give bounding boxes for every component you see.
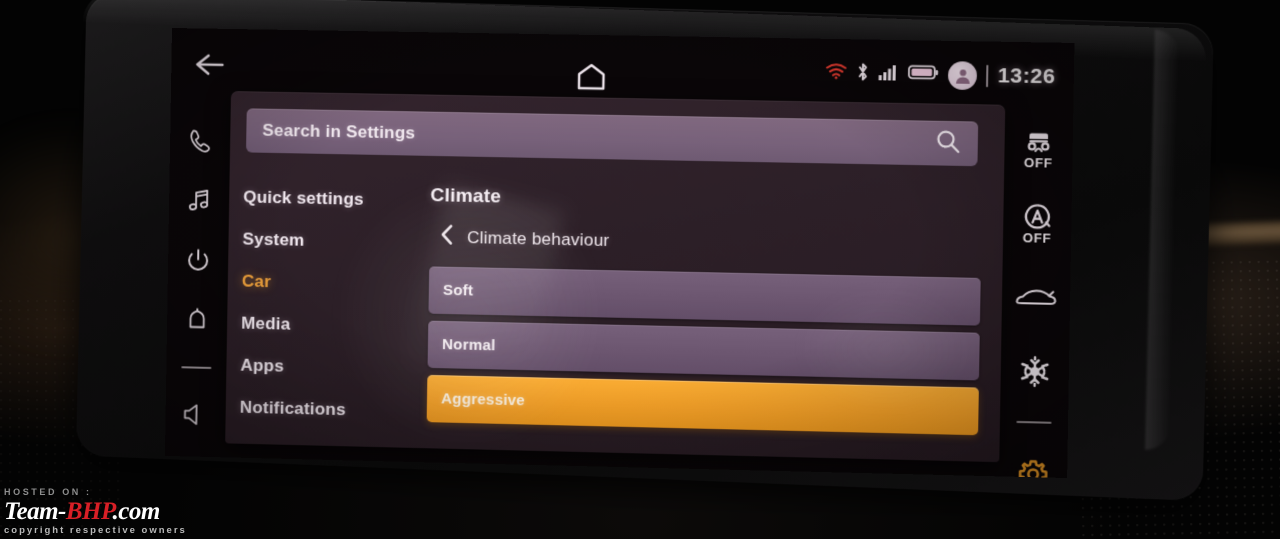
watermark: HOSTED ON : Team-BHP.com copyright respe… bbox=[4, 487, 224, 537]
settings-panel: Search in Settings Quick settings System… bbox=[225, 91, 1005, 462]
chevron-left-icon[interactable] bbox=[440, 223, 455, 250]
page-title: Climate bbox=[430, 185, 986, 218]
left-icon-rail bbox=[165, 90, 231, 478]
option-label: Soft bbox=[443, 282, 474, 300]
watermark-hosted: HOSTED ON : bbox=[4, 487, 224, 498]
rail-divider bbox=[181, 366, 211, 369]
power-icon[interactable] bbox=[180, 244, 217, 277]
watermark-logo: Team-BHP.com bbox=[4, 498, 224, 525]
right-rail-divider bbox=[1016, 421, 1051, 424]
wifi-off-icon bbox=[825, 62, 848, 85]
sidebar-item-media[interactable]: Media bbox=[241, 314, 427, 338]
clock: 13:26 bbox=[998, 64, 1056, 89]
options-list: Soft Normal Aggressive bbox=[427, 266, 985, 435]
sidebar-item-notifications[interactable]: Notifications bbox=[240, 398, 426, 422]
search-icon[interactable] bbox=[934, 127, 961, 159]
option-label: Normal bbox=[442, 336, 496, 354]
watermark-team: Team- bbox=[4, 498, 66, 525]
home-icon[interactable] bbox=[570, 59, 613, 94]
sidebar-item-car[interactable]: Car bbox=[242, 272, 428, 296]
sidebar-item-apps[interactable]: Apps bbox=[240, 356, 426, 380]
bluetooth-icon bbox=[857, 61, 870, 87]
back-arrow-icon[interactable] bbox=[189, 48, 230, 81]
phone-icon[interactable] bbox=[182, 124, 219, 157]
start-stop-off-label: OFF bbox=[1023, 231, 1052, 245]
music-note-icon[interactable] bbox=[181, 184, 218, 217]
watermark-com: .com bbox=[113, 498, 160, 525]
cellular-signal-icon bbox=[878, 63, 899, 87]
bell-icon[interactable] bbox=[179, 304, 216, 337]
option-soft[interactable]: Soft bbox=[428, 266, 980, 325]
option-normal[interactable]: Normal bbox=[428, 321, 980, 381]
traction-control-off-icon[interactable]: OFF bbox=[1011, 125, 1065, 174]
settings-content: Quick settings System Car Media Apps Not… bbox=[225, 165, 1004, 462]
breadcrumb[interactable]: Climate behaviour bbox=[429, 223, 985, 262]
gear-icon[interactable] bbox=[1006, 449, 1060, 478]
option-label: Aggressive bbox=[441, 390, 525, 409]
status-divider bbox=[986, 65, 988, 87]
traction-off-label: OFF bbox=[1024, 156, 1053, 170]
car-profile-icon[interactable] bbox=[1009, 273, 1063, 322]
breadcrumb-label: Climate behaviour bbox=[467, 227, 610, 250]
volume-icon[interactable] bbox=[177, 398, 214, 431]
battery-icon bbox=[908, 64, 939, 87]
detail-pane: Climate Climate behaviour Soft Normal Ag… bbox=[427, 185, 987, 435]
search-placeholder: Search in Settings bbox=[262, 121, 935, 154]
option-aggressive[interactable]: Aggressive bbox=[427, 375, 979, 435]
user-avatar-icon[interactable] bbox=[948, 61, 977, 90]
auto-start-stop-off-icon[interactable]: OFF bbox=[1010, 199, 1064, 248]
screenshot-stage: 13:26 OFF OFF Search in Settings Quick s… bbox=[0, 0, 1280, 539]
snowflake-icon[interactable] bbox=[1008, 347, 1062, 396]
watermark-bhp: BHP bbox=[66, 498, 113, 525]
search-input[interactable]: Search in Settings bbox=[246, 108, 978, 166]
sidebar-item-quick-settings[interactable]: Quick settings bbox=[243, 187, 429, 211]
sidebar-item-system[interactable]: System bbox=[242, 229, 428, 253]
right-icon-rail: OFF OFF bbox=[999, 105, 1074, 478]
watermark-copyright: copyright respective owners bbox=[4, 525, 224, 537]
status-icons: 13:26 bbox=[825, 59, 1056, 91]
settings-nav-list: Quick settings System Car Media Apps Not… bbox=[239, 187, 429, 444]
infotainment-screen: 13:26 OFF OFF Search in Settings Quick s… bbox=[165, 28, 1075, 478]
